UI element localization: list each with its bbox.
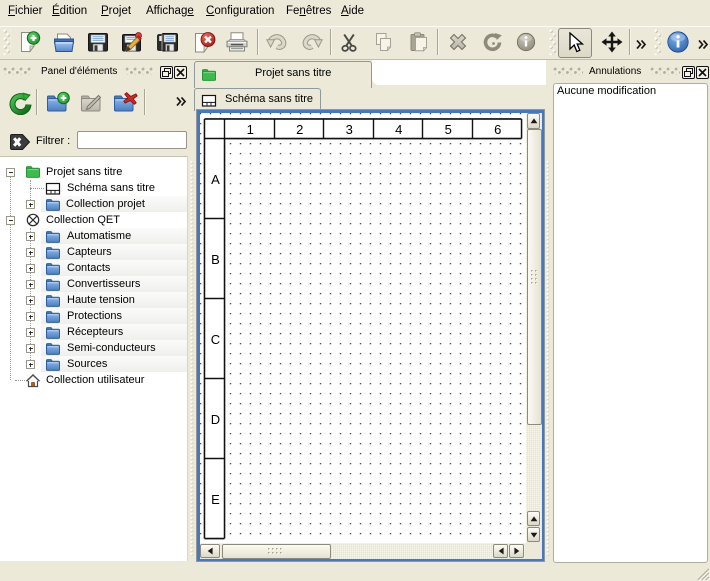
svg-text:4: 4 xyxy=(395,122,402,137)
svg-text:D: D xyxy=(211,412,220,427)
svg-text:6: 6 xyxy=(494,122,501,137)
svg-text:5: 5 xyxy=(445,122,452,137)
svg-text:B: B xyxy=(211,252,220,267)
svg-text:2: 2 xyxy=(296,122,303,137)
svg-text:A: A xyxy=(211,172,220,187)
svg-text:E: E xyxy=(211,492,220,507)
svg-text:3: 3 xyxy=(346,122,353,137)
svg-text:C: C xyxy=(211,332,220,347)
svg-text:1: 1 xyxy=(247,122,254,137)
